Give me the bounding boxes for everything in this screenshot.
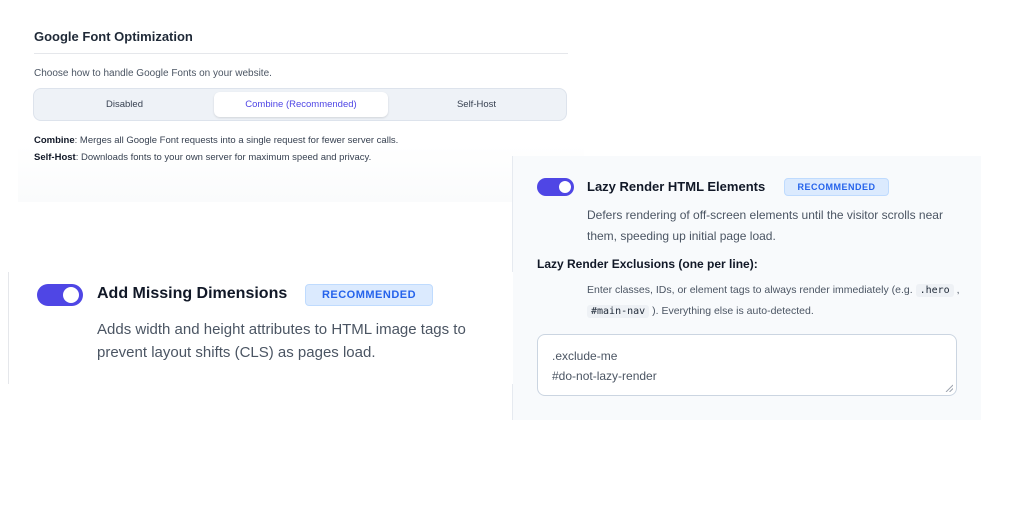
help-term: Self-Host [34, 152, 76, 163]
google-font-optimization-panel: Google Font Optimization Choose how to h… [18, 10, 584, 202]
section-divider [34, 53, 568, 54]
missing-dimensions-title: Add Missing Dimensions [97, 285, 288, 302]
option-self-host[interactable]: Self-Host [390, 92, 563, 117]
hint-prefix: Enter classes, IDs, or element tags to a… [587, 284, 913, 296]
help-combine: Combine: Merges all Google Font requests… [34, 132, 398, 149]
exclusion-line: .exclude-me [552, 349, 618, 363]
exclusions-hint: Enter classes, IDs, or element tags to a… [587, 280, 972, 322]
missing-dimensions-description: Adds width and height attributes to HTML… [97, 321, 466, 361]
hint-separator: , [956, 284, 960, 296]
exclusions-textarea[interactable]: .exclude-me #do-not-lazy-render [537, 334, 957, 396]
toggle-knob [559, 181, 571, 193]
help-text: : Merges all Google Font requests into a… [74, 135, 399, 146]
lazy-render-title: Lazy Render HTML Elements [587, 179, 766, 194]
lazy-render-panel: Lazy Render HTML Elements RECOMMENDED De… [512, 156, 981, 420]
resize-grip-icon[interactable] [945, 384, 953, 392]
help-text: : Downloads fonts to your own server for… [75, 152, 372, 163]
recommended-badge: RECOMMENDED [784, 178, 889, 196]
screenshot-canvas: Google Font Optimization Choose how to h… [0, 0, 1024, 512]
option-disabled[interactable]: Disabled [37, 92, 212, 117]
font-mode-segmented-control: Disabled Combine (Recommended) Self-Host [33, 88, 567, 121]
option-combine[interactable]: Combine (Recommended) [214, 92, 388, 117]
exclusions-label: Lazy Render Exclusions (one per line): [537, 257, 758, 271]
exclusion-line: #do-not-lazy-render [552, 369, 657, 383]
lazy-render-toggle[interactable] [537, 178, 574, 196]
lazy-render-description: Defers rendering of off-screen elements … [587, 208, 943, 243]
hint-suffix: ). Everything else is auto-detected. [652, 305, 814, 317]
missing-dimensions-panel: Add Missing Dimensions RECOMMENDED Adds … [8, 272, 513, 384]
google-font-title: Google Font Optimization [34, 29, 193, 44]
code-main-nav: #main-nav [587, 305, 650, 318]
toggle-knob [63, 287, 79, 303]
google-font-description: Choose how to handle Google Fonts on you… [34, 68, 272, 79]
recommended-badge: RECOMMENDED [305, 284, 433, 306]
font-mode-help: Combine: Merges all Google Font requests… [34, 132, 398, 166]
missing-dimensions-toggle[interactable] [37, 284, 83, 306]
code-hero: .hero [915, 284, 954, 297]
help-self-host: Self-Host: Downloads fonts to your own s… [34, 149, 398, 166]
help-term: Combine [34, 135, 75, 146]
